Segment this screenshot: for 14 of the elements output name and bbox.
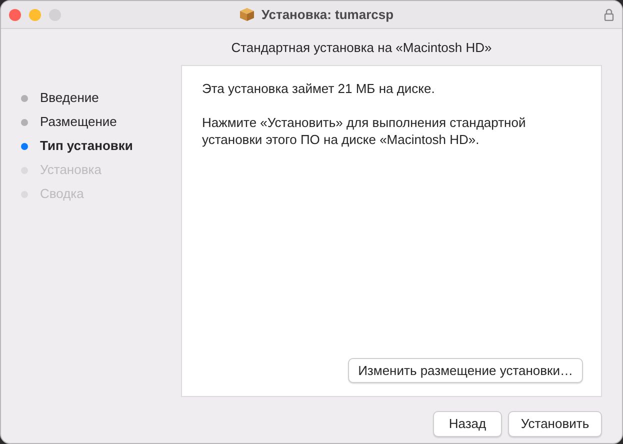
step-label: Размещение [40,113,117,132]
change-location-button[interactable]: Изменить размещение установки… [348,358,583,383]
minimize-button[interactable] [29,8,41,20]
window-title: Установка: tumarcsp [261,6,394,24]
lock-icon [604,8,614,21]
package-icon [239,7,256,22]
install-button[interactable]: Установить [508,411,602,436]
close-button[interactable] [9,8,21,20]
step-label: Тип установки [40,137,133,156]
info-text: Эта установка займет 21 МБ на диске. [202,80,436,97]
back-button[interactable]: Назад [433,411,502,436]
info-text: Нажмите «Установить» для выполнения стандартной установки этого ПО на диске «Macintosh HD». [202,114,527,148]
step-label: Введение [40,89,99,108]
page-heading: Стандартная установка на «Macintosh HD» [231,40,492,55]
